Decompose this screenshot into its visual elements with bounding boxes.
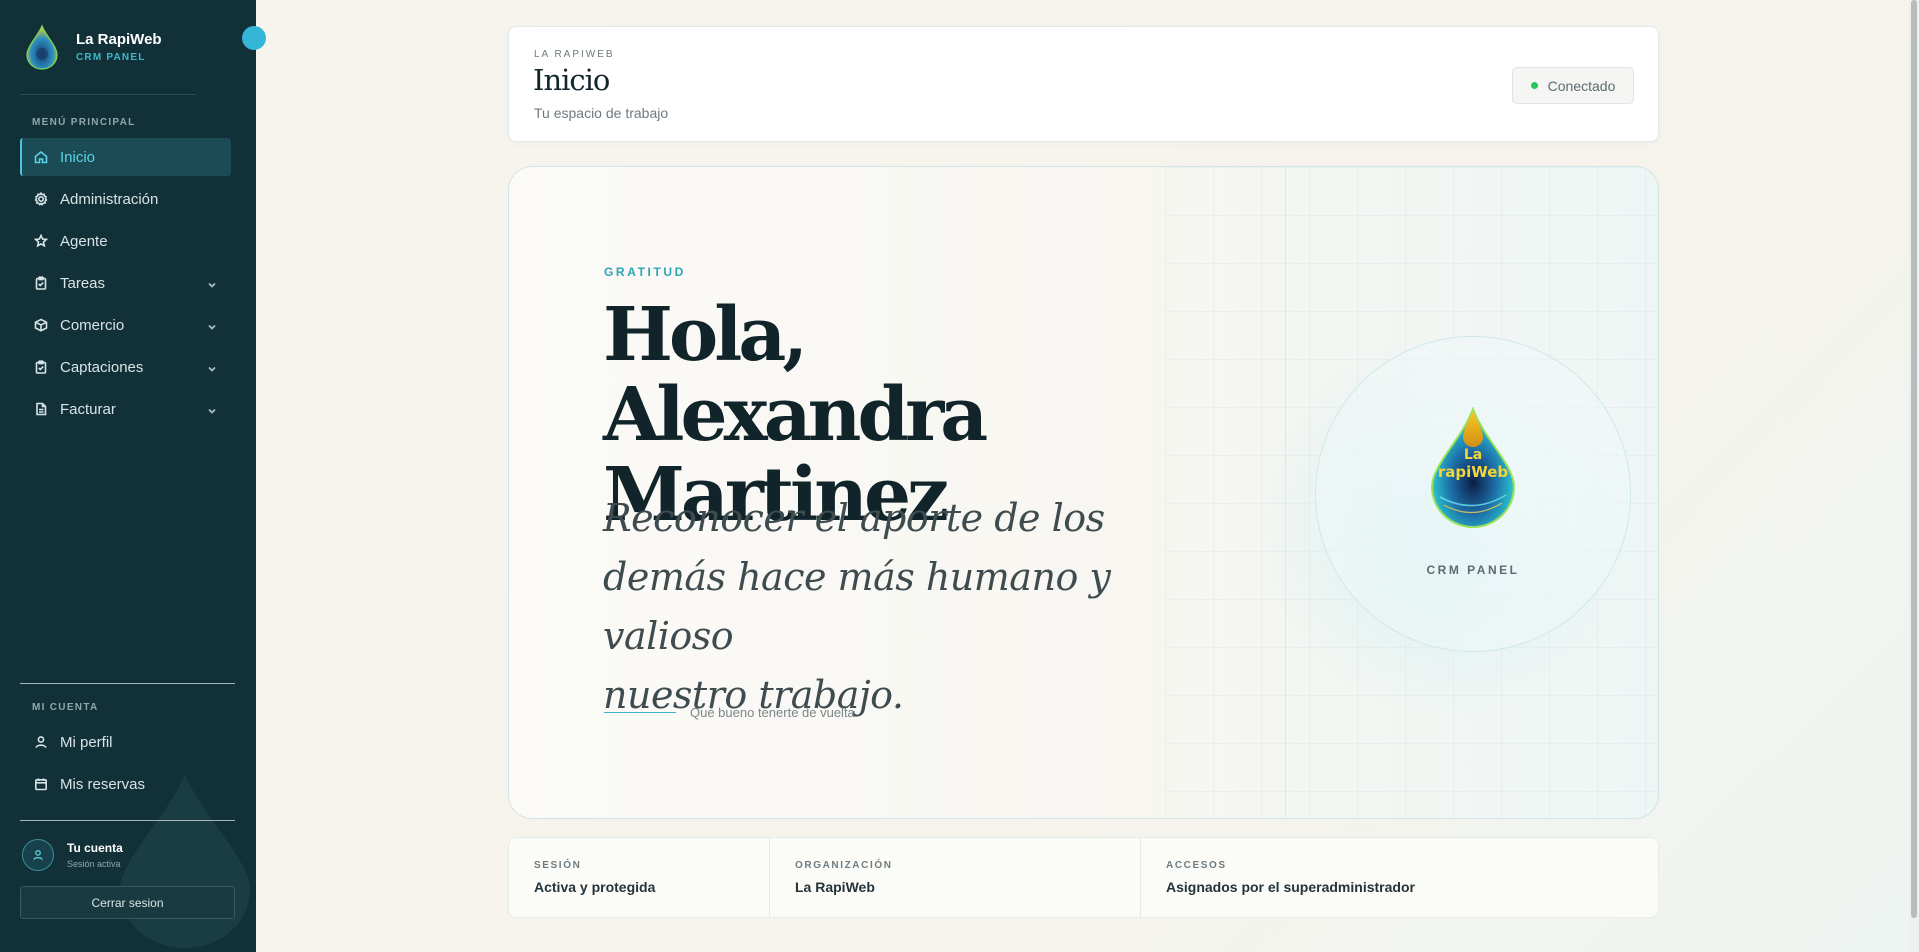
brand-name: La RapiWeb bbox=[76, 31, 162, 48]
page-title: Inicio bbox=[533, 63, 610, 97]
hero-badge: CRM PANEL bbox=[1426, 563, 1520, 577]
sidebar-item-agente[interactable]: Agente bbox=[20, 222, 231, 260]
logo-text-rapiweb: rapiWeb bbox=[1438, 463, 1509, 481]
logout-button[interactable]: Cerrar sesion bbox=[20, 886, 235, 919]
sidebar-divider bbox=[20, 94, 196, 95]
chevron-down-icon bbox=[207, 361, 217, 372]
gratitude-quote: Reconocer el aporte de los demás hace má… bbox=[603, 489, 1163, 725]
sidebar-item-administracion[interactable]: Administración bbox=[20, 180, 231, 218]
sidebar-item-label: Comercio bbox=[60, 316, 125, 334]
hero-eyebrow: GRATITUD bbox=[604, 265, 686, 279]
chevron-down-icon bbox=[207, 403, 217, 414]
sidebar-collapse-button[interactable] bbox=[242, 26, 266, 50]
page-scrollbar[interactable] bbox=[1909, 0, 1919, 952]
welcome-hero: La rapiWeb CRM PANEL GRATITUD Hola, Alex… bbox=[508, 166, 1659, 819]
avatar bbox=[22, 839, 54, 871]
gear-icon bbox=[34, 192, 48, 206]
info-value: Asignados por el superadministrador bbox=[1166, 879, 1415, 895]
info-session: SESIÓN Activa y protegida bbox=[509, 838, 770, 917]
info-label: ORGANIZACIÓN bbox=[795, 860, 893, 871]
brand[interactable]: La RapiWeb CRM PANEL bbox=[24, 24, 162, 70]
session-info-bar: SESIÓN Activa y protegida ORGANIZACIÓN L… bbox=[508, 837, 1659, 918]
sidebar-item-label: Mi perfil bbox=[60, 733, 113, 751]
account-title: Tu cuenta bbox=[67, 841, 123, 855]
signoff-divider bbox=[604, 712, 676, 713]
user-icon bbox=[34, 735, 48, 749]
sidebar-item-label: Captaciones bbox=[60, 358, 144, 376]
sidebar-divider bbox=[20, 820, 235, 821]
sidebar-item-tareas[interactable]: Tareas bbox=[20, 264, 231, 302]
signoff-text: Qué bueno tenerte de vuelta. bbox=[690, 705, 859, 720]
sidebar-item-label: Tareas bbox=[60, 274, 106, 292]
star-icon bbox=[34, 234, 48, 248]
sidebar-item-comercio[interactable]: Comercio bbox=[20, 306, 231, 344]
header-eyebrow: LA RAPIWEB bbox=[534, 49, 615, 60]
document-icon bbox=[34, 402, 48, 416]
sidebar-item-inicio[interactable]: Inicio bbox=[20, 138, 231, 176]
logo-text-la: La bbox=[1464, 447, 1482, 463]
rapiweb-watermark-icon bbox=[120, 775, 250, 948]
quote-line: Reconocer el aporte de los bbox=[603, 496, 1105, 540]
quote-line: demás hace más humano y valioso bbox=[603, 555, 1111, 658]
page-header: LA RAPIWEB Inicio Tu espacio de trabajo … bbox=[508, 26, 1659, 142]
page-subtitle: Tu espacio de trabajo bbox=[534, 105, 669, 121]
status-badge: Conectado bbox=[1512, 67, 1634, 104]
info-label: SESIÓN bbox=[534, 860, 582, 871]
home-icon bbox=[34, 150, 48, 164]
sidebar-divider bbox=[20, 683, 235, 684]
chevron-down-icon bbox=[207, 319, 217, 330]
sidebar-item-label: Administración bbox=[60, 190, 159, 208]
scrollbar-thumb[interactable] bbox=[1911, 0, 1917, 918]
clipboard-icon bbox=[34, 276, 48, 290]
sidebar-item-label: Facturar bbox=[60, 400, 116, 418]
rapiweb-logo-icon: La rapiWeb bbox=[1430, 406, 1516, 528]
rapiweb-logo-icon bbox=[26, 24, 58, 70]
status-text: Conectado bbox=[1547, 77, 1616, 94]
status-dot-icon bbox=[1530, 82, 1538, 89]
info-value: Activa y protegida bbox=[534, 879, 656, 895]
greeting-line: Hola, Alexandra bbox=[603, 292, 988, 458]
box-icon bbox=[34, 318, 48, 332]
account-status: Sesión activa bbox=[67, 859, 121, 869]
account-section-label: MI CUENTA bbox=[32, 702, 99, 713]
sidebar-item-mi-perfil[interactable]: Mi perfil bbox=[20, 723, 231, 761]
brand-subtitle: CRM PANEL bbox=[76, 52, 146, 63]
info-organization: ORGANIZACIÓN La RapiWeb bbox=[770, 838, 1141, 917]
sidebar-item-label: Inicio bbox=[60, 148, 96, 166]
sidebar-item-facturar[interactable]: Facturar bbox=[20, 390, 231, 428]
clipboard-icon bbox=[34, 360, 48, 374]
info-label: ACCESOS bbox=[1166, 860, 1227, 871]
info-value: La RapiWeb bbox=[795, 879, 875, 895]
sidebar-item-captaciones[interactable]: Captaciones bbox=[20, 348, 231, 386]
main-menu-label: MENÚ PRINCIPAL bbox=[32, 117, 136, 128]
user-icon bbox=[33, 849, 43, 861]
chevron-down-icon bbox=[207, 277, 217, 288]
welcome-back-note: Qué bueno tenerte de vuelta. bbox=[604, 705, 858, 720]
sidebar-item-label: Agente bbox=[60, 232, 108, 250]
info-access: ACCESOS Asignados por el superadministra… bbox=[1141, 838, 1658, 917]
sidebar: La RapiWeb CRM PANEL MENÚ PRINCIPAL Inic… bbox=[0, 0, 266, 952]
calendar-icon bbox=[34, 777, 48, 791]
account-summary[interactable]: Tu cuenta Sesión activa bbox=[22, 839, 123, 871]
